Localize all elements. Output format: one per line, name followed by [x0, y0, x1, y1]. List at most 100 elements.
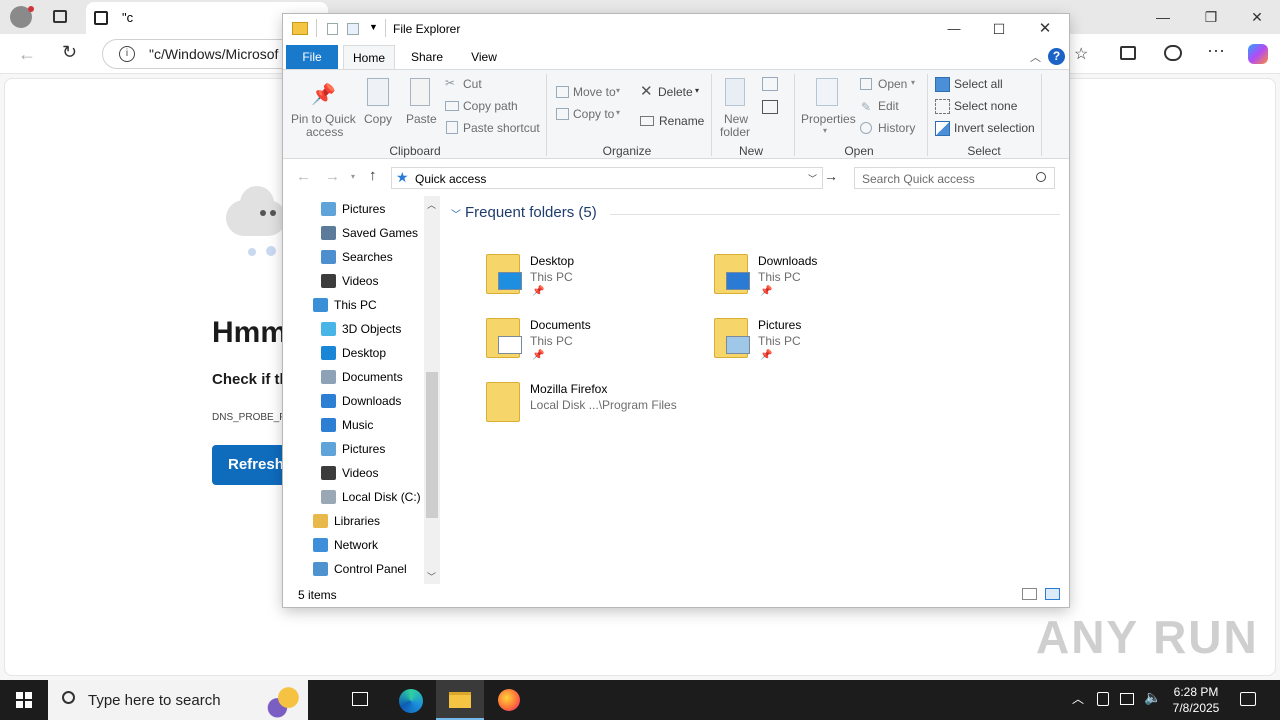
- new-folder-label[interactable]: New: [724, 112, 748, 126]
- nav-item-label: 3D Objects: [342, 322, 402, 336]
- tab-actions-icon[interactable]: [53, 10, 67, 23]
- extensions-icon[interactable]: [1164, 45, 1182, 61]
- copy-to-dropdown-icon[interactable]: ▾: [616, 108, 620, 117]
- this-pc-icon: [313, 298, 328, 312]
- tab-file[interactable]: File: [286, 45, 338, 69]
- nav-back-icon[interactable]: ←: [296, 168, 311, 185]
- scroll-up-icon[interactable]: ︿: [427, 198, 436, 211]
- collapse-ribbon-icon[interactable]: ︿: [1030, 49, 1041, 65]
- copilot-icon[interactable]: [1248, 44, 1268, 64]
- scroll-down-icon[interactable]: ﹀: [427, 570, 436, 583]
- minimize-icon[interactable]: —: [1140, 0, 1186, 34]
- edge-taskbar-icon[interactable]: [386, 680, 434, 720]
- folder-name: Desktop: [530, 254, 575, 268]
- path-dropdown-icon[interactable]: ﹀: [808, 172, 817, 185]
- large-icons-view-icon[interactable]: [1045, 588, 1060, 600]
- start-icon[interactable]: [16, 692, 32, 708]
- reload-icon[interactable]: ↻: [62, 42, 77, 63]
- folder-location: This PC: [530, 270, 573, 284]
- show-hidden-icons-icon[interactable]: ︿: [1072, 690, 1084, 707]
- network-status-icon[interactable]: [1120, 693, 1134, 705]
- explorer-minimize-icon[interactable]: —: [931, 12, 977, 46]
- content-pane: ﹀ Frequent folders (5) Desktop This PC 📌 Do…: [440, 196, 1069, 584]
- organize-group-label: Organize: [602, 144, 652, 158]
- folder-location: This PC: [758, 270, 801, 284]
- navigation-pane: Pictures Saved Games Searches Videos This PC…: [283, 196, 440, 584]
- move-to-dropdown-icon[interactable]: ▾: [616, 86, 620, 95]
- task-view-icon[interactable]: [336, 680, 384, 720]
- rename-button[interactable]: Rename: [659, 114, 704, 128]
- collapse-section-icon[interactable]: ﹀: [451, 206, 461, 221]
- tab-share[interactable]: Share: [401, 45, 453, 69]
- explorer-title-bar[interactable]: ▼ File Explorer — ☐ ✕: [283, 14, 1069, 45]
- copy-to-button[interactable]: Copy to: [573, 107, 614, 121]
- file-explorer-taskbar-icon[interactable]: [436, 680, 484, 720]
- folder-tile[interactable]: Downloads This PC 📌: [712, 252, 932, 312]
- folder-tile[interactable]: Mozilla Firefox Local Disk ...\Program Fi…: [484, 380, 704, 440]
- notifications-icon[interactable]: [1240, 692, 1256, 706]
- videos-icon: [321, 466, 336, 480]
- folder-tile[interactable]: Documents This PC 📌: [484, 316, 704, 376]
- easy-access-icon[interactable]: [762, 100, 778, 114]
- firefox-taskbar-icon[interactable]: [486, 680, 534, 720]
- properties-quick-icon[interactable]: [327, 23, 338, 35]
- url-text: "c/Windows/Microsof: [149, 46, 279, 62]
- open-button[interactable]: Open: [878, 77, 907, 91]
- paste-shortcut-button[interactable]: Paste shortcut: [463, 121, 540, 135]
- search-input[interactable]: Search Quick access: [854, 167, 1055, 189]
- open-dropdown-icon[interactable]: ▾: [911, 78, 915, 87]
- address-input[interactable]: i "c/Windows/Microsof: [102, 39, 302, 69]
- tab-view[interactable]: View: [458, 45, 510, 69]
- delete-button[interactable]: Delete: [658, 85, 693, 99]
- invert-selection-button[interactable]: Invert selection: [954, 121, 1035, 135]
- refresh-button[interactable]: Refresh: [212, 445, 292, 485]
- search-icon[interactable]: [1036, 172, 1046, 182]
- saved-games-icon: [321, 226, 336, 240]
- meet-now-icon[interactable]: [1097, 692, 1109, 706]
- more-icon[interactable]: ···: [1207, 40, 1225, 61]
- pin-label[interactable]: Pin to Quick: [291, 112, 356, 126]
- pin-label-2[interactable]: access: [306, 125, 343, 139]
- taskbar-search[interactable]: Type here to search: [48, 680, 308, 720]
- go-icon[interactable]: →: [824, 168, 838, 184]
- edit-button[interactable]: Edit: [878, 99, 899, 113]
- clock[interactable]: 6:28 PM 7/8/2025: [1166, 684, 1226, 716]
- favorites-icon[interactable]: ☆: [1074, 44, 1088, 64]
- info-icon[interactable]: i: [119, 46, 135, 62]
- tab-home[interactable]: Home: [343, 45, 395, 69]
- up-icon[interactable]: ↑: [369, 167, 377, 184]
- collections-icon[interactable]: [1120, 46, 1136, 60]
- nav-item-label: Network: [334, 538, 379, 552]
- help-icon[interactable]: ?: [1048, 48, 1065, 65]
- details-view-icon[interactable]: [1022, 588, 1037, 600]
- copy-path-button[interactable]: Copy path: [463, 99, 518, 113]
- recent-locations-icon[interactable]: ▾: [351, 172, 355, 181]
- back-icon[interactable]: ←: [18, 44, 36, 65]
- folder-tile[interactable]: Desktop This PC 📌: [484, 252, 704, 312]
- new-folder-label-2[interactable]: folder: [720, 125, 750, 139]
- copy-button[interactable]: Copy: [364, 112, 392, 126]
- explorer-close-icon[interactable]: ✕: [1022, 12, 1068, 46]
- folder-tile[interactable]: Pictures This PC 📌: [712, 316, 932, 376]
- address-path[interactable]: ★ Quick access ﹀: [391, 167, 823, 189]
- delete-dropdown-icon[interactable]: ▾: [695, 86, 699, 95]
- customize-quick-access-icon[interactable]: ▼: [369, 22, 378, 32]
- explorer-maximize-icon[interactable]: ☐: [976, 12, 1022, 46]
- select-all-button[interactable]: Select all: [954, 77, 1003, 91]
- close-icon[interactable]: ✕: [1234, 0, 1280, 34]
- music-icon: [321, 418, 336, 432]
- section-title[interactable]: Frequent folders (5): [465, 204, 597, 221]
- scrollbar-thumb[interactable]: [426, 372, 438, 518]
- nav-forward-icon[interactable]: →: [325, 168, 340, 185]
- paste-button[interactable]: Paste: [406, 112, 437, 126]
- history-button[interactable]: History: [878, 121, 915, 135]
- properties-dropdown-icon[interactable]: ▾: [823, 126, 827, 135]
- cut-button[interactable]: Cut: [463, 77, 482, 91]
- properties-button[interactable]: Properties: [801, 112, 856, 126]
- move-to-button[interactable]: Move to: [573, 85, 616, 99]
- new-folder-quick-icon[interactable]: [347, 23, 359, 35]
- new-item-icon[interactable]: [762, 77, 778, 91]
- volume-icon[interactable]: 🔈: [1144, 689, 1161, 706]
- restore-icon[interactable]: ❐: [1188, 0, 1234, 34]
- select-none-button[interactable]: Select none: [954, 99, 1017, 113]
